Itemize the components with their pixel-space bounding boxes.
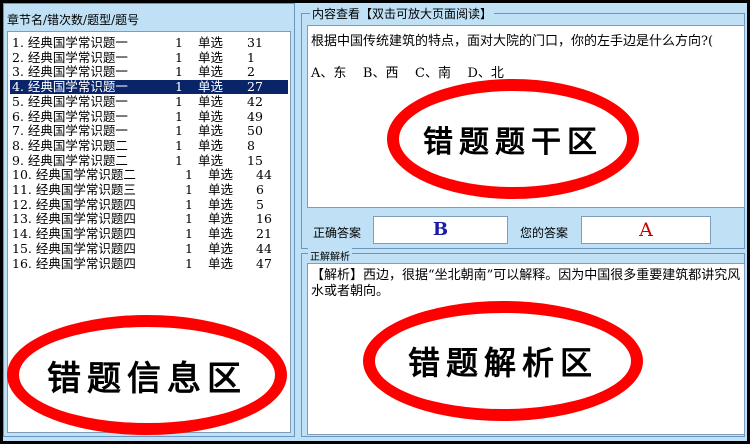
correct-answer-label: 正确答案 — [313, 226, 362, 240]
list-item[interactable]: 2. 经典国学常识题一 1 单选 1 — [10, 49, 288, 65]
list-item[interactable]: 4. 经典国学常识题一 1 单选 27 — [10, 79, 288, 95]
list-item-type: 单选 — [198, 152, 224, 168]
app-window: 章节名/错次数/题型/题号 1. 经典国学常识题一 1 单选 31 2. 经典国学常识题… — [3, 3, 747, 441]
list-item-count: 1 — [175, 93, 183, 109]
list-item-type: 单选 — [198, 49, 224, 65]
list-item[interactable]: 6. 经典国学常识题一 1 单选 49 — [10, 108, 288, 124]
list-item[interactable]: 14. 经典国学常识题四 1 单选 21 — [10, 227, 288, 241]
list-item-type: 单选 — [208, 167, 234, 183]
list-item-name: 2. 经典国学常识题一 — [12, 49, 128, 65]
list-item-num: 5 — [256, 196, 264, 212]
list-item-count: 1 — [175, 49, 183, 65]
annotation-analysis-label: 错题解析区 — [407, 344, 598, 382]
list-item-count: 1 — [175, 79, 183, 95]
list-item-name: 16. 经典国学常识题四 — [12, 255, 136, 271]
list-item[interactable]: 15. 经典国学常识题四 1 单选 44 — [10, 240, 288, 256]
list-item-count: 1 — [185, 211, 193, 227]
list-item-name: 9. 经典国学常识题二 — [12, 152, 128, 168]
list-item-num: 47 — [256, 255, 272, 271]
list-item[interactable]: 5. 经典国学常识题一 1 单选 42 — [10, 93, 288, 109]
list-item-name: 3. 经典国学常识题一 — [12, 64, 128, 80]
list-item[interactable]: 12. 经典国学常识题四 1 单选 5 — [10, 196, 288, 212]
list-item-count: 1 — [175, 35, 183, 50]
list-item-name: 4. 经典国学常识题一 — [12, 79, 128, 95]
your-answer-field: A — [581, 216, 711, 244]
list-item-count: 1 — [175, 137, 183, 153]
list-item-type: 单选 — [198, 64, 224, 80]
question-text: 根据中国传统建筑的特点，面对大院的门口，你的左手边是什么方向?( — [311, 34, 714, 49]
your-answer-label: 您的答案 — [520, 226, 569, 240]
list-item-num: 44 — [256, 240, 272, 256]
list-item-num: 15 — [247, 152, 263, 168]
list-item-num: 49 — [247, 108, 263, 124]
list-item-num: 27 — [247, 79, 263, 95]
list-item[interactable]: 7. 经典国学常识题一 1 单选 50 — [10, 124, 288, 138]
list-item-num: 16 — [256, 211, 272, 227]
list-item-type: 单选 — [198, 79, 224, 95]
list-item-type: 单选 — [208, 211, 234, 227]
list-item-count: 1 — [185, 167, 193, 183]
list-item[interactable]: 10. 经典国学常识题二 1 单选 44 — [10, 168, 288, 182]
list-item-num: 8 — [247, 137, 255, 153]
list-item-name: 6. 经典国学常识题一 — [12, 108, 128, 124]
list-item-type: 单选 — [198, 108, 224, 124]
list-item-name: 7. 经典国学常识题一 — [12, 123, 128, 139]
list-item-type: 单选 — [208, 182, 234, 197]
annotation-analysis-area: 错题解析区 — [363, 301, 643, 421]
annotation-list-label: 错题信息区 — [47, 358, 247, 399]
content-view-legend: 内容查看【双击可放大页面阅读】 — [310, 7, 495, 21]
list-item-num: 21 — [256, 226, 272, 242]
list-item-count: 1 — [185, 240, 193, 256]
list-item-name: 14. 经典国学常识题四 — [12, 226, 136, 242]
list-item-name: 15. 经典国学常识题四 — [12, 240, 136, 256]
annotation-question-area: 错题题干区 — [387, 79, 639, 199]
list-item-type: 单选 — [198, 93, 224, 109]
list-item[interactable]: 8. 经典国学常识题二 1 单选 8 — [10, 137, 288, 153]
correct-answer-field: B — [373, 216, 508, 244]
list-item-type: 单选 — [208, 255, 234, 271]
list-item-count: 1 — [175, 64, 183, 80]
list-item[interactable]: 16. 经典国学常识题四 1 单选 47 — [10, 255, 288, 271]
list-item-count: 1 — [185, 255, 193, 271]
list-item-type: 单选 — [198, 123, 224, 139]
question-options: A、东 B、西 C、南 D、北 — [311, 66, 504, 81]
list-item-num: 1 — [247, 49, 255, 65]
list-item[interactable]: 11. 经典国学常识题三 1 单选 6 — [10, 183, 288, 197]
analysis-text: 【解析】西边，很据“坐北朝南”可以解释。因为中国很多重要建筑都讲究风水或者朝向。 — [311, 268, 741, 299]
list-item-num: 44 — [256, 167, 272, 183]
list-item-name: 5. 经典国学常识题一 — [12, 93, 128, 109]
list-item-type: 单选 — [208, 240, 234, 256]
list-header: 章节名/错次数/题型/题号 — [7, 13, 140, 27]
list-item[interactable]: 1. 经典国学常识题一 1 单选 31 — [10, 36, 288, 50]
list-item[interactable]: 3. 经典国学常识题一 1 单选 2 — [10, 65, 288, 79]
list-item-name: 10. 经典国学常识题二 — [12, 167, 136, 183]
list-item[interactable]: 13. 经典国学常识题四 1 单选 16 — [10, 212, 288, 226]
list-item-name: 12. 经典国学常识题四 — [12, 196, 136, 212]
list-item-name: 1. 经典国学常识题一 — [12, 35, 128, 50]
list-item-count: 1 — [185, 226, 193, 242]
list-item-name: 8. 经典国学常识题二 — [12, 137, 128, 153]
list-item[interactable]: 9. 经典国学常识题二 1 单选 15 — [10, 152, 288, 168]
list-item-count: 1 — [185, 196, 193, 212]
list-item-num: 50 — [247, 123, 263, 139]
list-item-type: 单选 — [198, 137, 224, 153]
list-item-name: 11. 经典国学常识题三 — [12, 182, 136, 197]
status-strip — [3, 437, 747, 441]
list-item-name: 13. 经典国学常识题四 — [12, 211, 136, 227]
list-item-count: 1 — [175, 123, 183, 139]
list-item-num: 42 — [247, 93, 263, 109]
list-item-num: 6 — [256, 182, 264, 197]
list-item-type: 单选 — [198, 35, 224, 50]
annotation-question-label: 错题题干区 — [423, 125, 603, 160]
list-item-count: 1 — [175, 108, 183, 124]
list-item-type: 单选 — [208, 226, 234, 242]
analysis-legend: 正解解析 — [308, 248, 352, 263]
list-item-count: 1 — [175, 152, 183, 168]
list-item-num: 2 — [247, 64, 255, 80]
list-item-num: 31 — [247, 35, 263, 50]
annotation-list-area: 错题信息区 — [7, 315, 287, 435]
list-item-count: 1 — [185, 182, 193, 197]
list-item-type: 单选 — [208, 196, 234, 212]
